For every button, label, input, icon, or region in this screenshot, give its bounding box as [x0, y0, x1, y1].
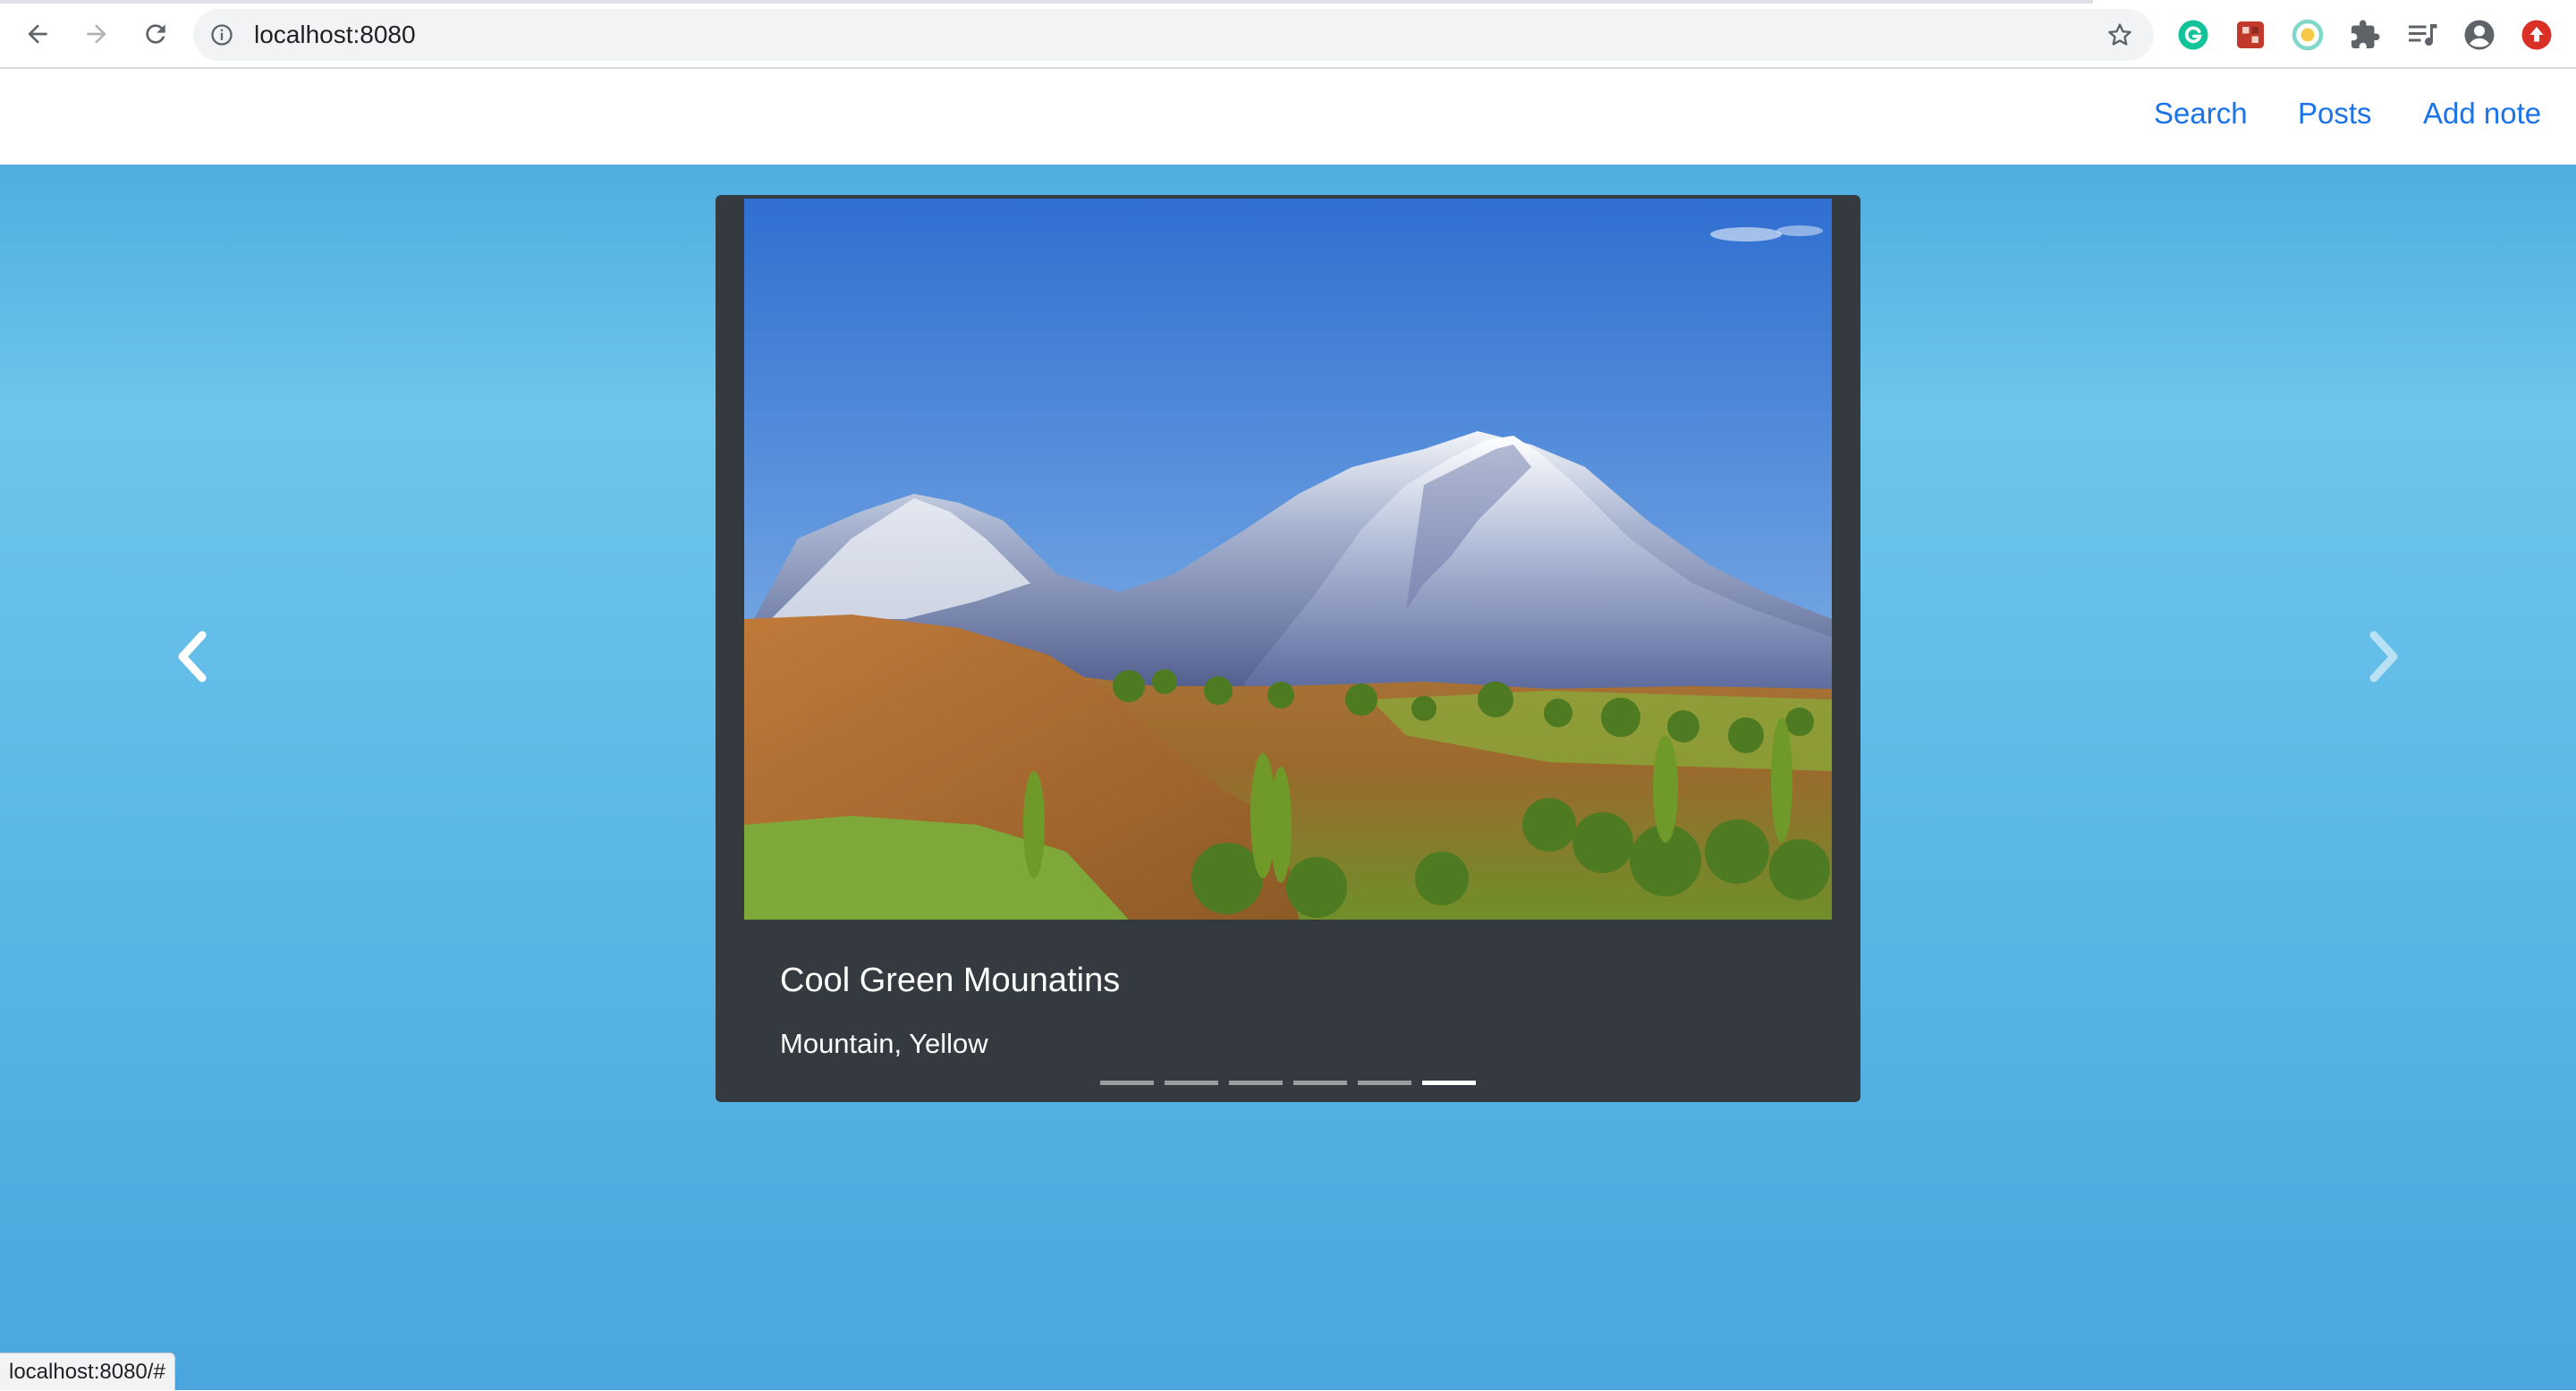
site-navbar: Search Posts Add note	[0, 69, 2576, 165]
reload-icon	[146, 24, 165, 44]
carousel-card: Cool Green Mounatins Mountain, Yellow	[716, 195, 1860, 1102]
extension-icon[interactable]	[2234, 19, 2267, 51]
forward-button[interactable]	[77, 14, 116, 54]
carousel-indicator-active[interactable]	[1422, 1081, 1476, 1085]
browser-toolbar: localhost:8080	[0, 0, 2576, 69]
slide-title: Cool Green Mounatins	[780, 962, 1121, 999]
carousel-indicator[interactable]	[1229, 1081, 1283, 1085]
reload-button[interactable]	[136, 14, 175, 54]
color-picker-icon[interactable]	[2292, 19, 2324, 51]
main-content: Cool Green Mounatins Mountain, Yellow	[0, 165, 2576, 1390]
slide-image[interactable]	[744, 199, 1832, 920]
puzzle-icon[interactable]	[2349, 19, 2381, 51]
reading-list-icon[interactable]	[2406, 19, 2438, 51]
carousel-indicator[interactable]	[1165, 1081, 1218, 1085]
info-icon[interactable]	[209, 22, 234, 47]
nav-link-add-note[interactable]: Add note	[2423, 92, 2541, 135]
back-button[interactable]	[18, 14, 57, 54]
tab-strip-edge	[0, 0, 2093, 4]
address-bar[interactable]: localhost:8080	[193, 9, 2154, 61]
back-arrow-icon	[28, 24, 47, 44]
forward-arrow-icon	[87, 24, 106, 44]
grammarly-icon[interactable]	[2177, 19, 2209, 51]
carousel-indicator[interactable]	[1358, 1081, 1411, 1085]
star-icon[interactable]	[2106, 21, 2134, 49]
carousel-indicator[interactable]	[1293, 1081, 1347, 1085]
carousel-indicators	[1100, 1081, 1476, 1085]
nav-link-search[interactable]: Search	[2154, 92, 2248, 135]
chevron-left-icon[interactable]	[175, 630, 211, 683]
update-icon[interactable]	[2521, 19, 2553, 51]
carousel-indicator[interactable]	[1100, 1081, 1154, 1085]
url-text[interactable]: localhost:8080	[254, 21, 416, 48]
nav-link-posts[interactable]: Posts	[2298, 92, 2372, 135]
chevron-right-icon[interactable]	[2365, 630, 2401, 683]
slide-tags: Mountain, Yellow	[780, 1028, 988, 1059]
profile-icon[interactable]	[2463, 19, 2496, 51]
status-bubble: localhost:8080/#	[0, 1353, 175, 1390]
